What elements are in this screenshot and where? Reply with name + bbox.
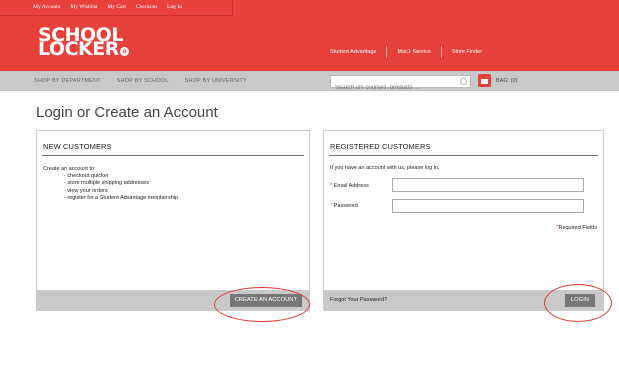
password-label-text: Password	[333, 203, 358, 209]
email-label-text: Email Address	[333, 183, 369, 189]
my-cart-link[interactable]: My Cart	[107, 4, 126, 10]
benefit-item: - checkout quicker	[64, 173, 109, 180]
new-customers-panel: NEW CUSTOMERS Create an account to: - ch…	[36, 130, 310, 311]
bag-count[interactable]: BAG: (0)	[496, 78, 517, 84]
my-wishlist-link[interactable]: My Wishlist	[70, 4, 97, 10]
page-title: Login or Create an Account	[36, 104, 218, 121]
required-fields-note: *Required Fields	[556, 225, 597, 231]
log-in-link[interactable]: Log In	[167, 4, 182, 10]
divider	[329, 155, 598, 156]
search-input[interactable]	[331, 82, 456, 94]
logo-line-2: LOCKER o	[38, 40, 129, 59]
registered-customers-heading: REGISTERED CUSTOMERS	[330, 142, 431, 151]
registered-intro: If you have an account with us, please l…	[330, 165, 440, 171]
top-links: My Account My Wishlist My Cart Checkout …	[33, 4, 182, 10]
main-nav: SHOP BY DEPARTMENT SHOP BY SCHOOL SHOP B…	[0, 71, 619, 94]
new-customers-intro: Create an account to:	[43, 166, 96, 172]
registered-customers-panel: REGISTERED CUSTOMERS If you have an acco…	[323, 130, 604, 311]
checkout-link[interactable]: Checkout	[136, 4, 157, 10]
nav-shop-by-department[interactable]: SHOP BY DEPARTMENT	[34, 78, 101, 84]
logo-line-2-text: LOCKER	[38, 38, 119, 60]
mac1-service-link[interactable]: Mac1 Service	[397, 49, 430, 55]
search-box	[330, 75, 471, 94]
student-advantage-link[interactable]: Student Advantage	[330, 49, 376, 55]
email-label: * Email Address	[330, 183, 369, 189]
required-note-text: Required Fields	[558, 225, 597, 231]
nav-shop-by-school[interactable]: SHOP BY SCHOOL	[117, 78, 169, 84]
benefit-item: - view your orders	[64, 187, 108, 194]
email-field[interactable]	[392, 178, 584, 192]
school-locker-logo[interactable]: SCHOOL LOCKER o	[38, 26, 129, 59]
nav-items: SHOP BY DEPARTMENT SHOP BY SCHOOL SHOP B…	[34, 78, 247, 84]
login-button[interactable]: LOGIN	[564, 294, 595, 307]
required-marker: *	[330, 203, 333, 209]
new-customers-heading: NEW CUSTOMERS	[43, 142, 112, 151]
bag-icon[interactable]	[478, 74, 491, 87]
required-marker: *	[330, 183, 333, 189]
nav-shop-by-university[interactable]: SHOP BY UNIVERSITY	[185, 78, 247, 84]
divider	[386, 46, 388, 58]
registered-customers-footer: Forgot Your Password? LOGIN	[324, 290, 603, 310]
divider	[42, 155, 304, 156]
benefit-item: - store multiple shipping addresses	[64, 180, 149, 187]
password-label: * Password	[330, 203, 358, 209]
forgot-password-link[interactable]: Forgot Your Password?	[330, 297, 387, 303]
new-customers-footer: CREATE AN ACCOUNT	[37, 290, 309, 310]
benefit-item: - register for a Student Advantage membe…	[64, 194, 179, 201]
header-links: Student Advantage Mac1 Service Store Fin…	[330, 46, 482, 58]
benefit-list: - checkout quicker - store multiple ship…	[43, 173, 178, 202]
store-finder-link[interactable]: Store Finder	[452, 49, 482, 55]
my-account-link[interactable]: My Account	[33, 4, 60, 10]
divider	[440, 46, 442, 58]
password-field[interactable]	[392, 199, 584, 213]
logo-mark: o	[119, 47, 129, 56]
search-icon[interactable]	[460, 78, 467, 85]
new-customers-text: Create an account to: - checkout quicker…	[43, 166, 178, 202]
create-account-button[interactable]: CREATE AN ACCOUNT	[229, 294, 302, 307]
